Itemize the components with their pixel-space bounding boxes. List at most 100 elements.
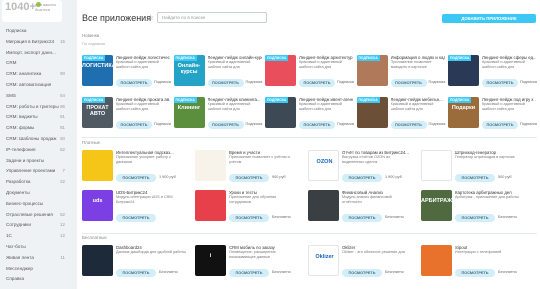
view-button[interactable]: ПОСМОТРЕТЬ [229,269,269,277]
app-card[interactable]: ПОДПИСКА Лендинг-пейдж архитектур... Краси… [265,55,354,89]
app-card[interactable]: ПОДПИСКА ПРОКАТ АВТО Лендинг-пейдж проката… [82,97,171,131]
view-button[interactable]: ПОСМОТРЕТЬ [207,121,244,129]
app-image[interactable] [421,245,452,276]
app-card[interactable]: Штрихкод-генератор Генератор штрихкодов в… [421,150,525,184]
view-button[interactable]: ПОСМОТРЕТЬ [116,174,156,182]
view-button[interactable]: ПОСМОТРЕТЬ [229,214,269,222]
view-button[interactable]: ПОСМОТРЕТЬ [482,79,518,87]
app-description: Выгрузка отчётов OZON из выделенных сдел… [342,155,390,164]
app-card[interactable]: Время и участи Приложение позволяет с учё… [195,150,299,184]
sidebar-item[interactable]: Мессенджер [6,266,64,271]
view-button[interactable]: ПОСМОТРЕТЬ [342,174,382,182]
app-image[interactable] [195,150,226,181]
app-card[interactable]: Dashboard24 Данные дашборда для удобной р… [82,245,186,279]
app-image[interactable]: i [195,245,226,276]
view-button[interactable]: ПОСМОТРЕТЬ [455,174,495,182]
view-button[interactable]: ПОСМОТРЕТЬ [299,79,335,87]
app-image[interactable]: ПОДПИСКА Подарки [448,97,479,128]
view-button[interactable]: ПОСМОТРЕТЬ [207,79,244,87]
app-image[interactable]: OZON [308,150,339,181]
app-card[interactable]: АРБИТРАЖ Картотека арбитражных дел Арбитра… [421,190,525,224]
sidebar-item-count: 81 [60,125,65,131]
sidebar-item[interactable]: CRM: автоматизация [6,82,64,87]
app-price: Бесплатно [159,270,178,274]
app-card[interactable]: ПОДПИСКАЛендинг-пейдж ивент-агенств...Кр… [265,97,354,131]
app-image[interactable] [82,245,113,276]
app-image-caption: Клининг [177,105,201,111]
promo-banner[interactable]: 1040+ для вашего бизнеса [2,0,62,22]
sidebar-item-count: 22 [60,179,65,185]
sidebar-item[interactable]: Чат-боты [6,244,64,249]
app-image[interactable]: ПОДПИСКА ЛОГИСТИКА [82,55,113,86]
view-button[interactable]: ПОСМОТРЕТЬ [299,121,335,129]
sidebar-item[interactable]: Импорт, экспорт данн... [6,50,64,55]
section-title-free: Бесплатные [82,235,107,240]
app-card[interactable]: Уроки и тесты Приложение для обучения сот… [195,190,299,224]
view-button[interactable]: ПОСМОТРЕТЬ [116,121,152,129]
search-input[interactable]: Найдите по в поиске [157,12,267,23]
app-description: Арбитраж - приложение для работы [455,195,519,199]
app-card[interactable]: Финансовый Анализ Модуль анализ финансово… [308,190,412,224]
subscription-tag: ПОДПИСКА [356,97,380,103]
app-image[interactable] [421,150,452,181]
app-price: Подписка [245,80,263,84]
app-card[interactable]: ПОДПИСКА Клининг Лендинг-пейдж клининга...… [173,97,262,131]
app-description: Оповещение, расширение показывающее данн… [229,250,276,259]
sidebar-item[interactable]: CRM [6,60,64,65]
add-app-button[interactable]: ДОБАВИТЬ ПРИЛОЖЕНИЕ [442,14,536,23]
sidebar-item[interactable]: Справка [6,276,64,281]
app-card[interactable]: ПОДПИСКА ЛОГИСТИКА Лендинг-пейдж логистиче… [82,55,171,89]
view-button[interactable]: ПОСМОТРЕТЬ [116,79,152,87]
view-button[interactable]: ПОСМОТРЕТЬ [116,214,156,222]
view-button[interactable]: ПОСМОТРЕТЬ [116,269,156,277]
app-image[interactable]: ПОДПИСКА [265,55,296,86]
view-button[interactable]: ПОСМОТРЕТЬ [342,214,382,222]
sidebar-item[interactable]: Задачи и проекты [6,158,64,163]
view-button[interactable]: ПОСМОТРЕТЬ [390,121,427,129]
app-image[interactable]: ПОДПИСКА Клининг [173,97,205,128]
app-card[interactable]: Oklizer Oklizer Oklizer - это облачное реш… [308,245,412,279]
app-card[interactable]: ПОДПИСКА Онлайн-курсы Лендинг-пейдж онлайн… [173,55,263,89]
subscription-tag: ПОДПИСКА [448,55,472,61]
app-card[interactable]: ПОДПИСКАИнформация о людях и кадр...Прил… [356,55,445,89]
app-image[interactable]: ПОДПИСКА [356,97,388,128]
app-description: Интеграция с телефонией [455,250,502,254]
app-image[interactable]: АРБИТРАЖ [421,190,452,221]
app-image[interactable]: uds [82,190,113,221]
view-button[interactable]: ПОСМОТРЕТЬ [482,121,518,129]
view-button[interactable]: ПОСМОТРЕТЬ [229,174,269,182]
app-price: Подписка [520,122,537,126]
view-button[interactable]: ПОСМОТРЕТЬ [342,269,382,277]
app-image[interactable]: ПОДПИСКА Онлайн-курсы [173,55,205,86]
view-button[interactable]: ПОСМОТРЕТЬ [455,214,495,222]
sidebar-item[interactable]: Подписка [6,28,64,33]
app-image[interactable] [82,150,113,181]
app-image[interactable]: ПОДПИСКА ПРОКАТ АВТО [82,97,113,128]
app-card[interactable]: uds UDS-Битрикс24 Модуль интеграции UDS и … [82,190,186,224]
app-card[interactable]: ПОДПИСКА Подарки Лендинг-пейдж под игру к … [448,97,537,131]
app-image[interactable] [195,190,226,221]
app-description: Приложение ускоряет работу с данными [116,155,171,164]
sidebar: 1040+ для вашего бизнеса Подписка Миграци… [0,0,70,289]
app-image[interactable]: ПОДПИСКА [448,55,479,86]
app-card[interactable]: OZON Отчёт по товарам из Битрикс24... Выгр… [308,150,412,184]
app-card[interactable]: Интеллектуальная подсказ... Приложение ус… [82,150,186,184]
app-card[interactable]: Sipout Интеграция с телефонией ПОСМОТРЕТЬ Б… [421,245,525,279]
app-image[interactable]: ПОДПИСКА [356,55,388,86]
app-image-caption: uds [92,198,103,204]
app-description: Красивый и адаптивный шаблон сайта для [207,60,251,69]
app-card[interactable]: ПОДПИСКА Лендинг-пейдж сферы ед... Красивы… [448,55,537,89]
sidebar-item[interactable]: Документы [6,190,64,195]
app-image[interactable] [308,190,339,221]
view-button[interactable]: ПОСМОТРЕТЬ [455,269,495,277]
app-price: 1 900 руб [385,175,402,179]
view-button[interactable]: ПОСМОТРЕТЬ [390,79,427,87]
star-icon[interactable]: ☆ [147,13,154,22]
sidebar-item[interactable]: Бизнес-процессы [6,201,64,206]
subscription-tag: ПОДПИСКА [82,55,106,61]
app-description: Генератор штрихкодов в карточке [455,155,515,159]
app-image[interactable]: Oklizer [308,245,339,276]
app-image[interactable]: ПОДПИСКА [265,97,296,128]
app-card[interactable]: i CRM мобиль по заказу Оповещение, расшире… [195,245,299,279]
app-card[interactable]: ПОДПИСКА Лендинг-пейдж мебельн... Красивый… [356,97,445,131]
